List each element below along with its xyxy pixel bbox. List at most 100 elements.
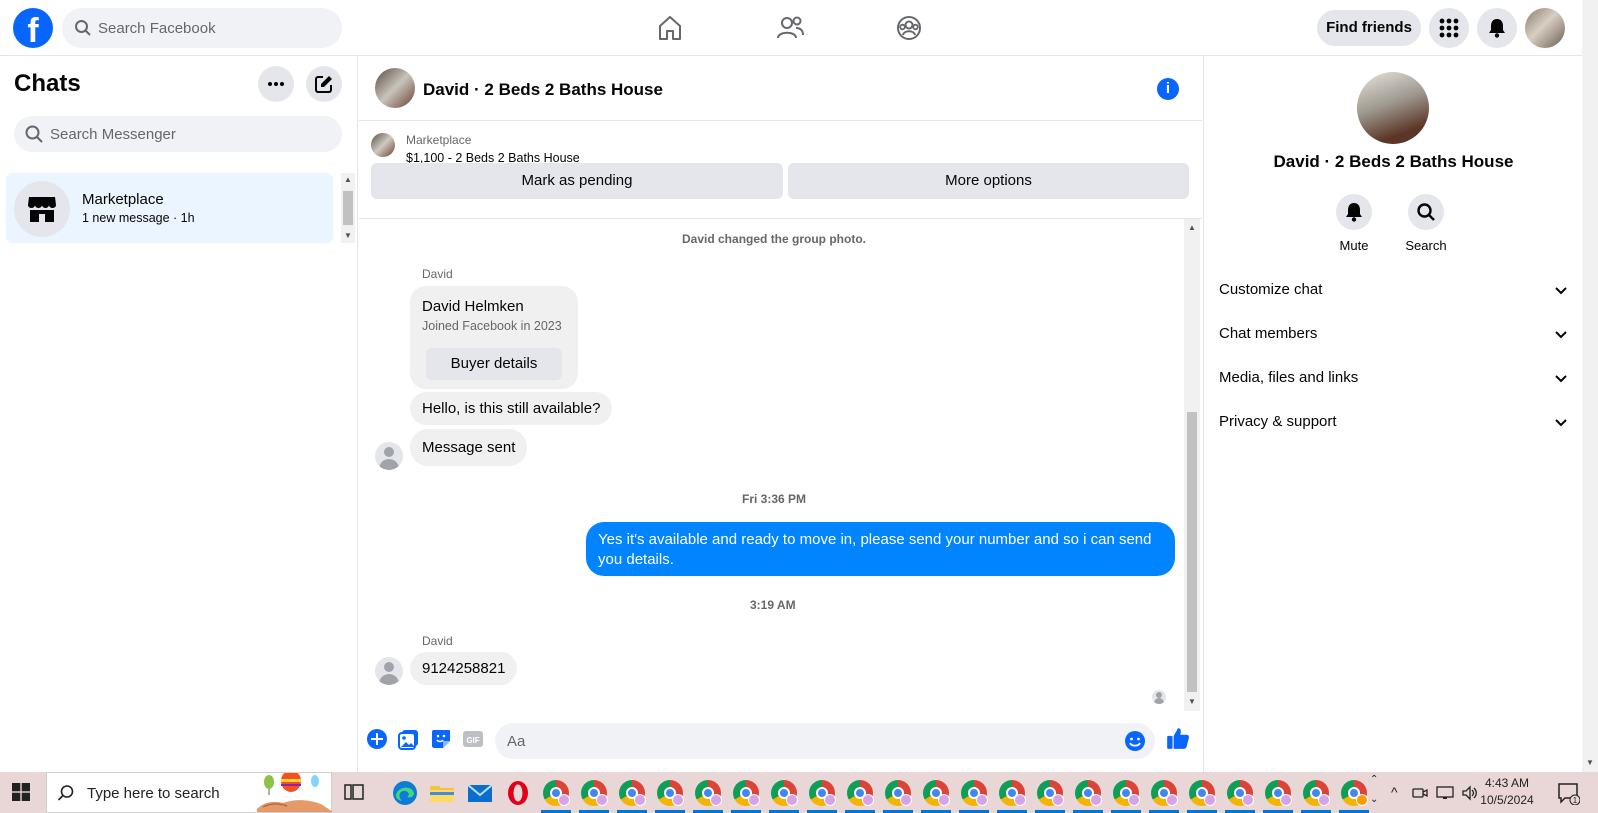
new-message-button[interactable]	[306, 66, 342, 102]
search-icon	[75, 20, 91, 36]
taskbar-scroll-up-icon[interactable]: ⌃	[1370, 774, 1378, 785]
scroll-down-arrow-icon[interactable]: ▼	[344, 231, 352, 240]
privacy-support-section[interactable]: Privacy & support	[1219, 402, 1569, 442]
search-in-conversation-action[interactable]: Search	[1396, 194, 1456, 253]
sticker-icon[interactable]	[429, 727, 453, 751]
edge-browser-icon[interactable]	[390, 778, 420, 808]
conversation-details-name: David · 2 Beds 2 Baths House	[1273, 152, 1514, 171]
scroll-up-arrow-icon[interactable]: ▲	[1188, 223, 1196, 232]
chrome-profile-icon[interactable]	[1189, 780, 1216, 806]
groups-icon[interactable]	[893, 12, 925, 44]
chrome-profile-icon[interactable]	[619, 780, 646, 806]
thumbs-up-icon[interactable]	[1165, 725, 1191, 751]
chrome-profile-icon[interactable]	[1227, 780, 1254, 806]
search-icon	[25, 125, 43, 143]
chrome-profile-icon[interactable]	[1151, 780, 1178, 806]
conversation-title[interactable]: David · 2 Beds 2 Baths House	[423, 80, 663, 100]
listing-thumbnail[interactable]	[371, 133, 395, 157]
message-input[interactable]: Aa	[495, 723, 1155, 759]
meet-now-icon[interactable]	[1412, 785, 1428, 801]
chrome-profile-icon[interactable]	[1113, 780, 1140, 806]
outgoing-line-2: you details.	[598, 551, 674, 568]
chrome-profile-icon[interactable]	[771, 780, 798, 806]
chrome-profile-icon[interactable]	[1303, 780, 1330, 806]
grid-menu-icon	[1439, 18, 1459, 38]
facebook-logo[interactable]: f	[13, 8, 53, 48]
chrome-amazon-profile-icon[interactable]	[1341, 780, 1368, 806]
scrollbar-thumb[interactable]	[343, 191, 353, 225]
chrome-profile-icon[interactable]	[695, 780, 722, 806]
sender-avatar[interactable]	[375, 442, 403, 470]
windows-taskbar: Type here to search ⌃ ⌄ ^ 4:43 AM 10/5/2…	[0, 772, 1598, 813]
svg-text:GIF: GIF	[466, 736, 479, 745]
conversation-details-panel: David · 2 Beds 2 Baths House Mute Search…	[1203, 56, 1582, 772]
friends-icon[interactable]	[774, 12, 806, 44]
message-bubble-incoming[interactable]: Message sent	[410, 429, 528, 466]
mail-icon[interactable]	[465, 778, 495, 808]
gif-icon[interactable]: GIF	[461, 727, 485, 751]
chat-preview-text: 1 new message	[82, 211, 170, 225]
chrome-profile-icon[interactable]	[847, 780, 874, 806]
windows-start-icon[interactable]	[12, 783, 30, 801]
chrome-profile-icon[interactable]	[581, 780, 608, 806]
chrome-profile-icon[interactable]	[657, 780, 684, 806]
buyer-profile-card: David Helmken Joined Facebook in 2023 Bu…	[410, 286, 578, 389]
outgoing-line-1: Yes it's available and ready to move in,…	[598, 531, 1152, 548]
notification-center-icon[interactable]: 1	[1556, 781, 1580, 805]
find-friends-button[interactable]: Find friends	[1317, 10, 1421, 46]
menu-button[interactable]	[1429, 8, 1469, 48]
account-avatar[interactable]	[1525, 8, 1565, 48]
conversation-avatar[interactable]	[375, 68, 415, 108]
chat-members-section[interactable]: Chat members	[1219, 314, 1569, 354]
message-bubble-outgoing[interactable]: Yes it's available and ready to move in,…	[586, 522, 1175, 576]
read-receipt-avatar	[1152, 690, 1166, 704]
plus-circle-icon[interactable]	[365, 727, 389, 751]
customize-chat-section[interactable]: Customize chat	[1219, 270, 1569, 310]
chrome-profile-icon[interactable]	[733, 780, 760, 806]
emoji-icon[interactable]	[1123, 729, 1147, 753]
home-icon[interactable]	[654, 12, 686, 44]
sender-avatar[interactable]	[375, 657, 403, 685]
media-files-links-section[interactable]: Media, files and links	[1219, 358, 1569, 398]
listing-label: Marketplace	[406, 133, 472, 147]
network-icon[interactable]	[1436, 785, 1454, 801]
scroll-up-arrow-icon[interactable]: ▲	[344, 175, 352, 184]
mute-action[interactable]: Mute	[1324, 194, 1384, 253]
show-hidden-icons-chevron-icon[interactable]: ^	[1391, 784, 1398, 800]
facebook-search-input[interactable]: Search Facebook	[62, 8, 342, 48]
chat-list-item-marketplace[interactable]: Marketplace 1 new message · 1h	[6, 173, 333, 243]
section-label: Customize chat	[1219, 281, 1323, 298]
taskbar-search-box[interactable]: Type here to search	[46, 772, 333, 813]
chrome-profile-icon[interactable]	[999, 780, 1026, 806]
chrome-profile-icon[interactable]	[1075, 780, 1102, 806]
taskbar-clock[interactable]: 4:43 AM 10/5/2024	[1471, 775, 1543, 809]
notifications-button[interactable]	[1477, 8, 1517, 48]
search-messenger-input[interactable]: Search Messenger	[14, 116, 342, 152]
chrome-profile-icon[interactable]	[1265, 780, 1292, 806]
opera-browser-icon[interactable]	[503, 778, 533, 808]
chrome-profile-icon[interactable]	[1037, 780, 1064, 806]
chrome-profile-icon[interactable]	[809, 780, 836, 806]
chrome-profile-icon[interactable]	[961, 780, 988, 806]
info-icon[interactable]: i	[1157, 78, 1179, 100]
chrome-profile-icon[interactable]	[543, 780, 570, 806]
scroll-down-arrow-icon[interactable]: ▼	[1586, 758, 1594, 767]
task-view-icon[interactable]	[342, 780, 366, 804]
page-scrollbar[interactable]: ▼	[1582, 0, 1598, 772]
mark-as-pending-button[interactable]: Mark as pending	[371, 163, 783, 199]
message-bubble-incoming[interactable]: Hello, is this still available?	[410, 392, 613, 425]
conversation-photo[interactable]	[1357, 72, 1429, 144]
more-options-button[interactable]: More options	[788, 163, 1189, 199]
buyer-details-button[interactable]: Buyer details	[426, 348, 562, 380]
thread-scrollbar[interactable]: ▲ ▼	[1184, 219, 1200, 711]
taskbar-scroll-down-icon[interactable]: ⌄	[1370, 794, 1378, 805]
scroll-down-arrow-icon[interactable]: ▼	[1188, 697, 1196, 706]
message-bubble-incoming[interactable]: 9124258821	[410, 652, 518, 685]
chrome-profile-icon[interactable]	[923, 780, 950, 806]
chats-options-button[interactable]	[258, 66, 294, 102]
scrollbar-thumb[interactable]	[1187, 412, 1197, 692]
chat-list-scrollbar[interactable]: ▲ ▼	[341, 173, 355, 243]
photo-icon[interactable]	[397, 727, 421, 751]
file-explorer-icon[interactable]	[427, 778, 457, 808]
chrome-profile-icon[interactable]	[885, 780, 912, 806]
